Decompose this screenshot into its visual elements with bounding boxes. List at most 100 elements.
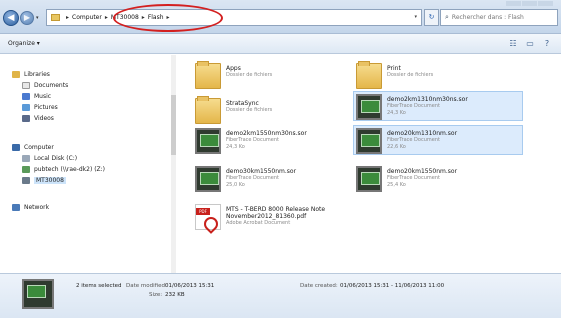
view-options-icon[interactable]: ☷: [507, 38, 519, 49]
file-name: demo20km1550nm.sor: [387, 168, 458, 175]
file-name: demo30km1550nm.sor: [226, 168, 297, 175]
sor-file-icon: [356, 94, 382, 120]
sor-file-icon: [195, 128, 221, 154]
nav-item-music[interactable]: Music: [22, 92, 51, 101]
file-tile-demo20km1550nm[interactable]: demo20km1550nm.sor FiberTrace Document 2…: [353, 163, 523, 193]
nav-item-videos[interactable]: Videos: [22, 114, 54, 123]
computer-icon: [12, 144, 20, 151]
file-tile-apps[interactable]: Apps Dossier de fichiers: [192, 60, 362, 90]
selection-count: 2 items selected: [76, 283, 122, 289]
videos-icon: [22, 115, 30, 122]
created-label: Date created:: [300, 283, 338, 289]
file-size: 24,3 Ko: [387, 110, 406, 116]
file-size: 25,0 Ko: [226, 182, 245, 188]
refresh-button[interactable]: ↻: [424, 9, 439, 26]
file-type: FiberTrace Document: [387, 137, 440, 143]
nav-item-network-drive[interactable]: pubtech (\\rae-dk2) (Z:): [22, 165, 105, 174]
pictures-icon: [22, 104, 30, 111]
nav-item-local-disk[interactable]: Local Disk (C:): [22, 154, 77, 163]
nav-item-libraries[interactable]: Libraries: [12, 70, 50, 79]
size-label: Size:: [149, 292, 163, 298]
file-tile-demo2km1550nm30ns[interactable]: demo2km1550nm30ns.sor FiberTrace Documen…: [192, 125, 362, 155]
nav-scrollbar[interactable]: [171, 55, 176, 273]
nav-item-label: Pictures: [34, 104, 58, 111]
file-type: FiberTrace Document: [387, 103, 440, 109]
file-name: demo2km1550nm30ns.sor: [226, 130, 307, 137]
modified-value: 01/06/2013 15:31: [165, 283, 215, 289]
help-icon[interactable]: ?: [541, 38, 553, 49]
file-type: FiberTrace Document: [226, 137, 279, 143]
search-input[interactable]: [451, 14, 547, 21]
nav-item-label: Documents: [34, 82, 69, 89]
file-type: Dossier de fichiers: [226, 72, 273, 78]
nav-scrollbar-thumb[interactable]: [171, 95, 176, 155]
sor-file-icon: [356, 128, 382, 154]
nav-item-label: Computer: [24, 144, 54, 151]
file-name: MTS - T-BERD 8000 Release Note: [226, 206, 326, 213]
minimize-button[interactable]: [506, 1, 521, 6]
nav-item-label: Libraries: [24, 71, 50, 78]
folder-icon: [195, 96, 221, 124]
maximize-button[interactable]: [522, 1, 537, 6]
file-type: Adobe Acrobat Document: [226, 220, 291, 226]
forward-button[interactable]: ▶: [20, 11, 34, 25]
nav-item-label: MT30008: [34, 177, 66, 184]
nav-item-label: Music: [34, 93, 52, 100]
file-name: demo2km1310nm30ns.sor: [387, 96, 468, 103]
folder-icon: [356, 61, 382, 89]
breadcrumb-separator[interactable]: ▸: [66, 14, 69, 21]
file-name: demo20km1310nm.sor: [387, 130, 458, 137]
file-tile-stratasync[interactable]: StrataSync Dossier de fichiers: [192, 95, 362, 125]
details-pane: 2 items selected Date modified: 01/06/20…: [0, 273, 561, 318]
organize-button[interactable]: Organize ▾: [8, 40, 40, 47]
folder-icon: [195, 61, 221, 89]
libraries-icon: [12, 71, 20, 78]
network-icon: [12, 204, 20, 211]
nav-item-label: Local Disk (C:): [34, 155, 78, 162]
sor-file-icon: [195, 166, 221, 192]
file-tile-demo2km1310nm30ns[interactable]: demo2km1310nm30ns.sor FiberTrace Documen…: [353, 91, 523, 121]
command-bar: Organize ▾ ☷ ▭ ?: [0, 34, 561, 54]
window-controls: [505, 1, 555, 7]
sor-file-icon: [356, 166, 382, 192]
recent-pages-dropdown[interactable]: ▾: [36, 15, 39, 21]
file-name-line2: November2012_81360.pdf: [226, 213, 307, 220]
file-tile-print[interactable]: Print Dossier de fichiers: [353, 60, 523, 90]
nav-item-pictures[interactable]: Pictures: [22, 103, 58, 112]
navigation-pane: Libraries Documents Music Pictures Video…: [0, 55, 176, 273]
title-bar: ◀ ▶ ▾ ▸ Computer ▸ MT30008 ▸ Flash ▸ ▾ ↻…: [0, 0, 561, 34]
address-bar[interactable]: ▸ Computer ▸ MT30008 ▸ Flash ▸ ▾: [46, 9, 422, 26]
file-size: 22,6 Ko: [387, 144, 406, 150]
magnifier-icon: ⌕: [445, 13, 449, 21]
nav-item-computer[interactable]: Computer: [12, 143, 54, 152]
music-icon: [22, 93, 30, 100]
file-tile-demo20km1310nm[interactable]: demo20km1310nm.sor FiberTrace Document 2…: [353, 125, 523, 155]
highlight-ellipse: [113, 4, 223, 32]
file-size: 24,3 Ko: [226, 144, 245, 150]
back-button[interactable]: ◀: [3, 10, 19, 26]
device-icon: [22, 177, 30, 184]
folder-icon: [51, 14, 60, 21]
network-drive-icon: [22, 166, 30, 173]
file-tile-demo30km1550nm[interactable]: demo30km1550nm.sor FiberTrace Document 2…: [192, 163, 362, 193]
file-tile-release-note-pdf[interactable]: MTS - T-BERD 8000 Release Note November2…: [192, 201, 392, 231]
modified-label: Date modified:: [126, 283, 167, 289]
file-size: 25,4 Ko: [387, 182, 406, 188]
nav-item-mt30008[interactable]: MT30008: [22, 176, 66, 185]
close-button[interactable]: [538, 1, 553, 6]
search-box[interactable]: ⌕: [440, 9, 558, 26]
file-type: Dossier de fichiers: [226, 107, 273, 113]
file-type: FiberTrace Document: [387, 175, 440, 181]
nav-item-network[interactable]: Network: [12, 203, 49, 212]
preview-pane-icon[interactable]: ▭: [524, 38, 536, 49]
pdf-file-icon: [195, 204, 221, 230]
file-type: Dossier de fichiers: [387, 72, 434, 78]
breadcrumb-computer[interactable]: Computer: [72, 14, 102, 21]
disk-icon: [22, 155, 30, 162]
documents-icon: [22, 82, 30, 89]
nav-item-label: pubtech (\\rae-dk2) (Z:): [34, 166, 106, 173]
nav-item-documents[interactable]: Documents: [22, 81, 68, 90]
file-name: Print: [387, 65, 401, 72]
address-dropdown-icon[interactable]: ▾: [414, 14, 417, 20]
breadcrumb-separator[interactable]: ▸: [105, 14, 108, 21]
